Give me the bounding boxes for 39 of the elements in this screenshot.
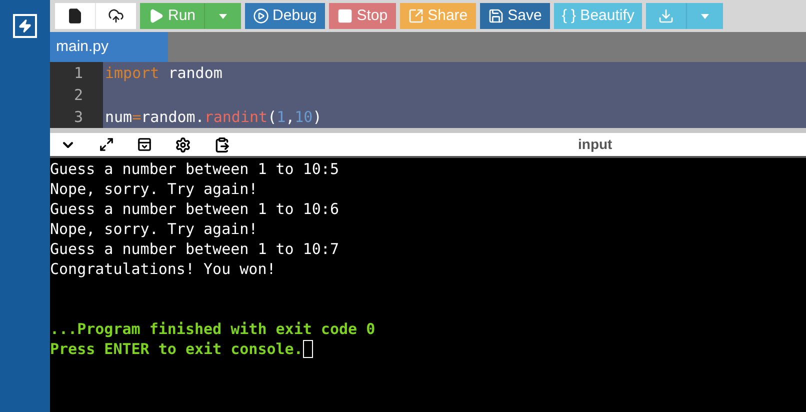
caret-icon [701, 14, 710, 18]
console-line: Nope, sorry. Try again! [50, 179, 258, 199]
caret-icon [218, 14, 227, 18]
line-number: 2 [74, 85, 83, 106]
console-line: Guess a number between 1 to 10:7 [50, 239, 339, 259]
console-line: ...Program finished with exit code 0 [50, 319, 376, 339]
console-line: Press ENTER to exit console. [50, 339, 303, 359]
line-number: 1 [74, 63, 83, 84]
beautify-button[interactable]: { } Beautify [554, 3, 642, 29]
clipboard-icon [214, 136, 230, 152]
expand-icon [99, 137, 114, 152]
settings-icon [175, 136, 191, 152]
share-button[interactable]: Share [400, 3, 476, 29]
console-line: Guess a number between 1 to 10:5 [50, 159, 339, 179]
stop-button[interactable]: Stop [328, 3, 396, 29]
download-icon [658, 8, 674, 24]
console-line: Guess a number between 1 to 10:6 [50, 199, 339, 219]
stop-icon [336, 8, 353, 24]
save-button[interactable]: Save [480, 3, 550, 29]
save-icon [488, 8, 504, 24]
run-button[interactable]: Run [140, 3, 204, 29]
line-number: 3 [74, 107, 83, 128]
console-line: Nope, sorry. Try again! [50, 219, 258, 239]
share-icon [408, 8, 424, 24]
file-icon [67, 8, 83, 24]
console-input-label: input [578, 135, 612, 154]
file-tab[interactable]: main.py [50, 32, 168, 62]
code-line: import random [105, 63, 224, 84]
console-line: Congratulations! You won! [50, 259, 276, 279]
new-file-button[interactable] [55, 3, 95, 29]
play-icon [148, 8, 164, 24]
lightning-logo-icon[interactable] [13, 14, 37, 38]
play-circle-icon [252, 8, 269, 24]
text-cursor [302, 340, 313, 358]
debug-button[interactable]: Debug [244, 3, 325, 29]
panel-icon [137, 137, 152, 152]
code-line: num=random.randint(1,10) [105, 107, 322, 128]
cloud-upload-icon [108, 8, 124, 24]
upload-button[interactable] [95, 3, 136, 29]
